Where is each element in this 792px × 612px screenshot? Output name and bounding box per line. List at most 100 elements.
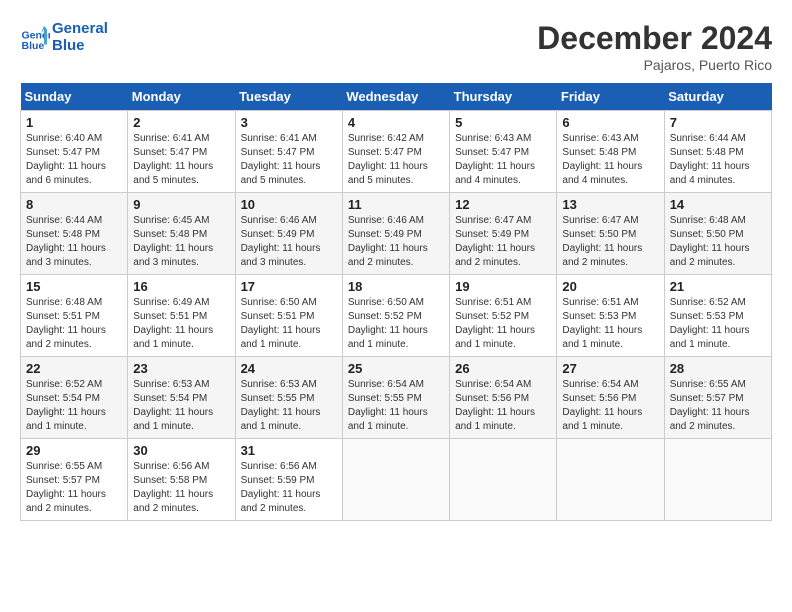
day-number: 15	[26, 279, 122, 294]
calendar-cell: 19 Sunrise: 6:51 AM Sunset: 5:52 PM Dayl…	[450, 275, 557, 357]
day-number: 4	[348, 115, 444, 130]
day-info: Sunrise: 6:41 AM Sunset: 5:47 PM Dayligh…	[241, 132, 337, 188]
calendar-cell: 29 Sunrise: 6:55 AM Sunset: 5:57 PM Dayl…	[21, 439, 128, 521]
day-number: 18	[348, 279, 444, 294]
calendar-cell: 2 Sunrise: 6:41 AM Sunset: 5:47 PM Dayli…	[128, 111, 235, 193]
day-info: Sunrise: 6:54 AM Sunset: 5:56 PM Dayligh…	[562, 378, 658, 434]
weekday-header: Wednesday	[342, 83, 449, 111]
calendar-cell: 20 Sunrise: 6:51 AM Sunset: 5:53 PM Dayl…	[557, 275, 664, 357]
calendar-week-row: 29 Sunrise: 6:55 AM Sunset: 5:57 PM Dayl…	[21, 439, 772, 521]
day-number: 20	[562, 279, 658, 294]
calendar-cell: 12 Sunrise: 6:47 AM Sunset: 5:49 PM Dayl…	[450, 193, 557, 275]
calendar-cell: 22 Sunrise: 6:52 AM Sunset: 5:54 PM Dayl…	[21, 357, 128, 439]
calendar-cell: 4 Sunrise: 6:42 AM Sunset: 5:47 PM Dayli…	[342, 111, 449, 193]
day-number: 26	[455, 361, 551, 376]
location: Pajaros, Puerto Rico	[537, 57, 772, 73]
calendar-table: SundayMondayTuesdayWednesdayThursdayFrid…	[20, 83, 772, 521]
day-number: 3	[241, 115, 337, 130]
weekday-header: Friday	[557, 83, 664, 111]
svg-text:Blue: Blue	[22, 40, 45, 52]
day-info: Sunrise: 6:46 AM Sunset: 5:49 PM Dayligh…	[348, 214, 444, 270]
title-block: December 2024 Pajaros, Puerto Rico	[537, 20, 772, 73]
logo-line1: General	[52, 20, 108, 37]
weekday-header: Thursday	[450, 83, 557, 111]
day-info: Sunrise: 6:55 AM Sunset: 5:57 PM Dayligh…	[26, 460, 122, 516]
day-info: Sunrise: 6:53 AM Sunset: 5:54 PM Dayligh…	[133, 378, 229, 434]
day-info: Sunrise: 6:45 AM Sunset: 5:48 PM Dayligh…	[133, 214, 229, 270]
weekday-header: Saturday	[664, 83, 771, 111]
weekday-header-row: SundayMondayTuesdayWednesdayThursdayFrid…	[21, 83, 772, 111]
calendar-cell: 23 Sunrise: 6:53 AM Sunset: 5:54 PM Dayl…	[128, 357, 235, 439]
weekday-header: Tuesday	[235, 83, 342, 111]
day-info: Sunrise: 6:54 AM Sunset: 5:55 PM Dayligh…	[348, 378, 444, 434]
logo: General Blue General Blue	[20, 20, 108, 54]
day-number: 14	[670, 197, 766, 212]
calendar-cell: 7 Sunrise: 6:44 AM Sunset: 5:48 PM Dayli…	[664, 111, 771, 193]
day-info: Sunrise: 6:56 AM Sunset: 5:59 PM Dayligh…	[241, 460, 337, 516]
day-number: 19	[455, 279, 551, 294]
day-info: Sunrise: 6:44 AM Sunset: 5:48 PM Dayligh…	[670, 132, 766, 188]
page-header: General Blue General Blue December 2024 …	[20, 20, 772, 73]
day-number: 2	[133, 115, 229, 130]
calendar-cell: 15 Sunrise: 6:48 AM Sunset: 5:51 PM Dayl…	[21, 275, 128, 357]
calendar-cell: 8 Sunrise: 6:44 AM Sunset: 5:48 PM Dayli…	[21, 193, 128, 275]
calendar-cell: 25 Sunrise: 6:54 AM Sunset: 5:55 PM Dayl…	[342, 357, 449, 439]
calendar-cell: 13 Sunrise: 6:47 AM Sunset: 5:50 PM Dayl…	[557, 193, 664, 275]
day-info: Sunrise: 6:43 AM Sunset: 5:47 PM Dayligh…	[455, 132, 551, 188]
day-info: Sunrise: 6:46 AM Sunset: 5:49 PM Dayligh…	[241, 214, 337, 270]
logo-line2: Blue	[52, 37, 108, 54]
day-number: 28	[670, 361, 766, 376]
calendar-week-row: 8 Sunrise: 6:44 AM Sunset: 5:48 PM Dayli…	[21, 193, 772, 275]
day-info: Sunrise: 6:50 AM Sunset: 5:52 PM Dayligh…	[348, 296, 444, 352]
calendar-cell: 27 Sunrise: 6:54 AM Sunset: 5:56 PM Dayl…	[557, 357, 664, 439]
calendar-week-row: 1 Sunrise: 6:40 AM Sunset: 5:47 PM Dayli…	[21, 111, 772, 193]
weekday-header: Monday	[128, 83, 235, 111]
day-info: Sunrise: 6:47 AM Sunset: 5:49 PM Dayligh…	[455, 214, 551, 270]
day-info: Sunrise: 6:51 AM Sunset: 5:52 PM Dayligh…	[455, 296, 551, 352]
day-info: Sunrise: 6:49 AM Sunset: 5:51 PM Dayligh…	[133, 296, 229, 352]
day-info: Sunrise: 6:50 AM Sunset: 5:51 PM Dayligh…	[241, 296, 337, 352]
calendar-cell: 24 Sunrise: 6:53 AM Sunset: 5:55 PM Dayl…	[235, 357, 342, 439]
day-number: 23	[133, 361, 229, 376]
day-number: 22	[26, 361, 122, 376]
calendar-cell: 5 Sunrise: 6:43 AM Sunset: 5:47 PM Dayli…	[450, 111, 557, 193]
calendar-cell: 9 Sunrise: 6:45 AM Sunset: 5:48 PM Dayli…	[128, 193, 235, 275]
month-title: December 2024	[537, 20, 772, 57]
day-info: Sunrise: 6:52 AM Sunset: 5:53 PM Dayligh…	[670, 296, 766, 352]
calendar-cell	[664, 439, 771, 521]
calendar-cell: 17 Sunrise: 6:50 AM Sunset: 5:51 PM Dayl…	[235, 275, 342, 357]
calendar-cell: 14 Sunrise: 6:48 AM Sunset: 5:50 PM Dayl…	[664, 193, 771, 275]
calendar-cell	[342, 439, 449, 521]
day-number: 13	[562, 197, 658, 212]
calendar-cell: 30 Sunrise: 6:56 AM Sunset: 5:58 PM Dayl…	[128, 439, 235, 521]
day-number: 10	[241, 197, 337, 212]
calendar-cell	[450, 439, 557, 521]
day-info: Sunrise: 6:41 AM Sunset: 5:47 PM Dayligh…	[133, 132, 229, 188]
calendar-cell: 18 Sunrise: 6:50 AM Sunset: 5:52 PM Dayl…	[342, 275, 449, 357]
calendar-cell: 21 Sunrise: 6:52 AM Sunset: 5:53 PM Dayl…	[664, 275, 771, 357]
day-info: Sunrise: 6:52 AM Sunset: 5:54 PM Dayligh…	[26, 378, 122, 434]
day-number: 8	[26, 197, 122, 212]
day-number: 24	[241, 361, 337, 376]
day-number: 7	[670, 115, 766, 130]
calendar-cell: 31 Sunrise: 6:56 AM Sunset: 5:59 PM Dayl…	[235, 439, 342, 521]
calendar-cell: 11 Sunrise: 6:46 AM Sunset: 5:49 PM Dayl…	[342, 193, 449, 275]
day-number: 27	[562, 361, 658, 376]
day-info: Sunrise: 6:56 AM Sunset: 5:58 PM Dayligh…	[133, 460, 229, 516]
day-number: 31	[241, 443, 337, 458]
weekday-header: Sunday	[21, 83, 128, 111]
day-info: Sunrise: 6:51 AM Sunset: 5:53 PM Dayligh…	[562, 296, 658, 352]
calendar-cell: 6 Sunrise: 6:43 AM Sunset: 5:48 PM Dayli…	[557, 111, 664, 193]
day-number: 25	[348, 361, 444, 376]
day-number: 17	[241, 279, 337, 294]
day-info: Sunrise: 6:47 AM Sunset: 5:50 PM Dayligh…	[562, 214, 658, 270]
day-info: Sunrise: 6:40 AM Sunset: 5:47 PM Dayligh…	[26, 132, 122, 188]
day-number: 5	[455, 115, 551, 130]
day-number: 11	[348, 197, 444, 212]
calendar-cell: 10 Sunrise: 6:46 AM Sunset: 5:49 PM Dayl…	[235, 193, 342, 275]
calendar-cell: 26 Sunrise: 6:54 AM Sunset: 5:56 PM Dayl…	[450, 357, 557, 439]
day-info: Sunrise: 6:53 AM Sunset: 5:55 PM Dayligh…	[241, 378, 337, 434]
calendar-cell	[557, 439, 664, 521]
calendar-cell: 3 Sunrise: 6:41 AM Sunset: 5:47 PM Dayli…	[235, 111, 342, 193]
day-number: 12	[455, 197, 551, 212]
